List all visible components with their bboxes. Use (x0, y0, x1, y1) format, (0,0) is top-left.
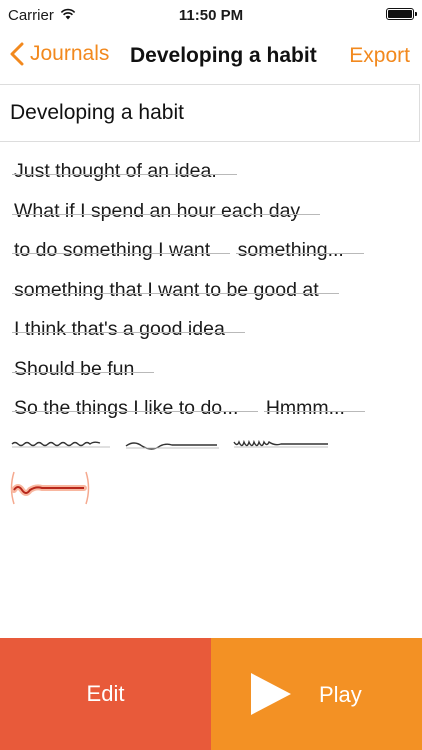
transcript-line: Should be fun (0, 350, 422, 390)
transcript-line: What if I spend an hour each day (0, 192, 422, 232)
edit-label: Edit (86, 681, 125, 706)
edit-button[interactable]: Edit (0, 638, 211, 750)
back-label: Journals (30, 42, 110, 65)
transcript-segment[interactable]: something... (235, 231, 365, 271)
transcript-line: to do something I want something... (0, 231, 422, 271)
play-button[interactable]: Play (211, 638, 422, 750)
transcript-line: Just thought of an idea. (0, 152, 422, 192)
transcript-segment[interactable]: Should be fun (11, 350, 155, 390)
play-icon (251, 673, 291, 715)
nav-bar: Journals Developing a habit Export (0, 30, 422, 84)
transcript-segment[interactable]: So the things I like to do... (11, 389, 259, 429)
play-label: Play (319, 682, 362, 707)
status-time: 11:50 PM (178, 7, 244, 24)
transcript-lines: Just thought of an idea. What if I spend… (0, 152, 422, 429)
transcript-segment[interactable]: Just thought of an idea. (12, 152, 237, 192)
back-button[interactable]: Journals (10, 42, 109, 66)
chevron-left-icon (10, 42, 24, 66)
transcript-segment[interactable]: to do something I want (11, 231, 231, 271)
audio-squiggle-row (0, 430, 422, 470)
status-bar: Carrier 11:50 PM (0, 0, 422, 30)
status-right (386, 8, 417, 20)
selected-audio-squiggle[interactable] (8, 468, 92, 508)
transcript-line: I think that's a good idea (0, 310, 422, 350)
transcript-segment[interactable]: something that I want to be good at (12, 271, 339, 311)
transcript-line: something that I want to be good at (0, 271, 422, 311)
title-input[interactable] (10, 101, 400, 125)
battery-icon (386, 8, 417, 20)
transcript-segment[interactable]: Hmmm... (263, 389, 365, 429)
audio-squiggle[interactable] (232, 430, 328, 466)
transcript-segment[interactable]: I think that's a good idea (12, 310, 245, 350)
audio-squiggle[interactable] (10, 430, 110, 466)
transcript-segment[interactable]: What if I spend an hour each day (11, 192, 321, 232)
page-title: Developing a habit (130, 44, 317, 67)
bottom-action-bar: Edit Play (0, 638, 422, 750)
export-button[interactable]: Export (349, 44, 410, 68)
transcript-line: So the things I like to do... Hmmm... (0, 389, 422, 429)
audio-squiggle[interactable] (124, 430, 219, 466)
title-field-container (0, 84, 420, 142)
